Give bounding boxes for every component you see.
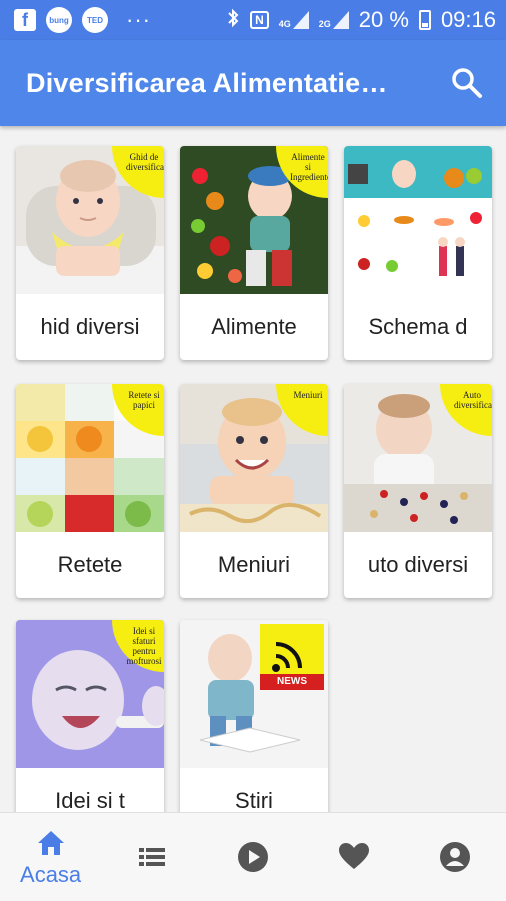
card-image-baby-pasta: Meniuri — [180, 384, 328, 532]
battery-icon — [418, 10, 431, 30]
card-label: Alimente — [211, 314, 297, 339]
network-4g-label: 4G — [278, 19, 291, 29]
nav-home-label: Acasa — [20, 862, 82, 887]
bluetooth-icon — [226, 8, 240, 33]
card-label: Meniuri — [217, 552, 291, 577]
more-notifications-icon: ··· — [126, 7, 151, 32]
card-image-baby-crying: Idei si sfaturi pentru mofturosi — [16, 620, 164, 768]
card-image-baby-vegetables: Alimente si Ingrediente — [180, 146, 328, 294]
status-left-icons: f bung TED ··· — [14, 7, 151, 33]
card-label: Retete — [57, 552, 123, 577]
app-title: Diversificarea Alimentatie… — [26, 68, 388, 98]
clock: 09:16 — [440, 7, 496, 32]
nav-home[interactable]: Acasa — [0, 813, 101, 901]
ted-notification-icon: TED — [82, 7, 108, 33]
card-image-baby-reading: NEWS — [180, 620, 328, 768]
facebook-icon: f — [14, 9, 36, 31]
nav-list[interactable] — [101, 813, 202, 901]
card-label: uto diversi — [367, 552, 469, 577]
card-auto-diversificare[interactable]: Auto diversificare uto diversi — [344, 384, 492, 598]
battery-percent: 20 % — [358, 7, 409, 32]
card-schema-diversificare[interactable]: Schema d — [344, 146, 492, 360]
nav-profile[interactable] — [405, 813, 506, 901]
bottom-navigation: Acasa — [0, 812, 506, 901]
account-circle-icon — [440, 842, 471, 872]
signal-4g-icon: 4G — [279, 11, 309, 29]
nav-favorites[interactable] — [304, 813, 405, 901]
nfc-icon: N — [250, 11, 269, 29]
heart-icon — [339, 843, 370, 869]
app-bar: Diversificarea Alimentatie… — [0, 40, 506, 126]
status-right-icons: N 4G 2G 20 % 09:16 — [226, 7, 496, 33]
card-ghid-diversificare[interactable]: Ghid de diversificare hid diversi — [16, 146, 164, 360]
card-meniuri[interactable]: Meniuri Meniuri — [180, 384, 328, 598]
search-icon — [452, 68, 482, 98]
card-image-baby-eating: Auto diversificare — [344, 384, 492, 532]
card-label: Schema d — [368, 314, 468, 339]
signal-2g-icon: 2G — [319, 11, 349, 29]
play-circle-icon — [238, 842, 268, 872]
card-image-recipes-collage: Retete si papici — [16, 384, 164, 532]
network-2g-label: 2G — [318, 19, 331, 29]
home-icon — [37, 831, 64, 855]
news-badge: NEWS — [277, 676, 307, 687]
card-alimente[interactable]: Alimente si Ingrediente Alimente — [180, 146, 328, 360]
search-button[interactable] — [450, 66, 484, 100]
card-idei-si-trucuri[interactable]: Idei si sfaturi pentru mofturosi Idei si… — [16, 620, 164, 834]
nav-video[interactable] — [202, 813, 303, 901]
status-bar: f bung TED ··· N 4G 2G 20 % 09:16 — [0, 0, 506, 40]
card-image-baby-highchair: Ghid de diversificare — [16, 146, 164, 294]
bung-notification-icon: bung — [46, 7, 72, 33]
list-icon — [138, 848, 165, 866]
card-image-schema-infographic — [344, 146, 492, 294]
card-label: hid diversi — [40, 314, 140, 339]
card-stiri[interactable]: NEWS Stiri — [180, 620, 328, 834]
card-retete[interactable]: Retete si papici Retete — [16, 384, 164, 598]
